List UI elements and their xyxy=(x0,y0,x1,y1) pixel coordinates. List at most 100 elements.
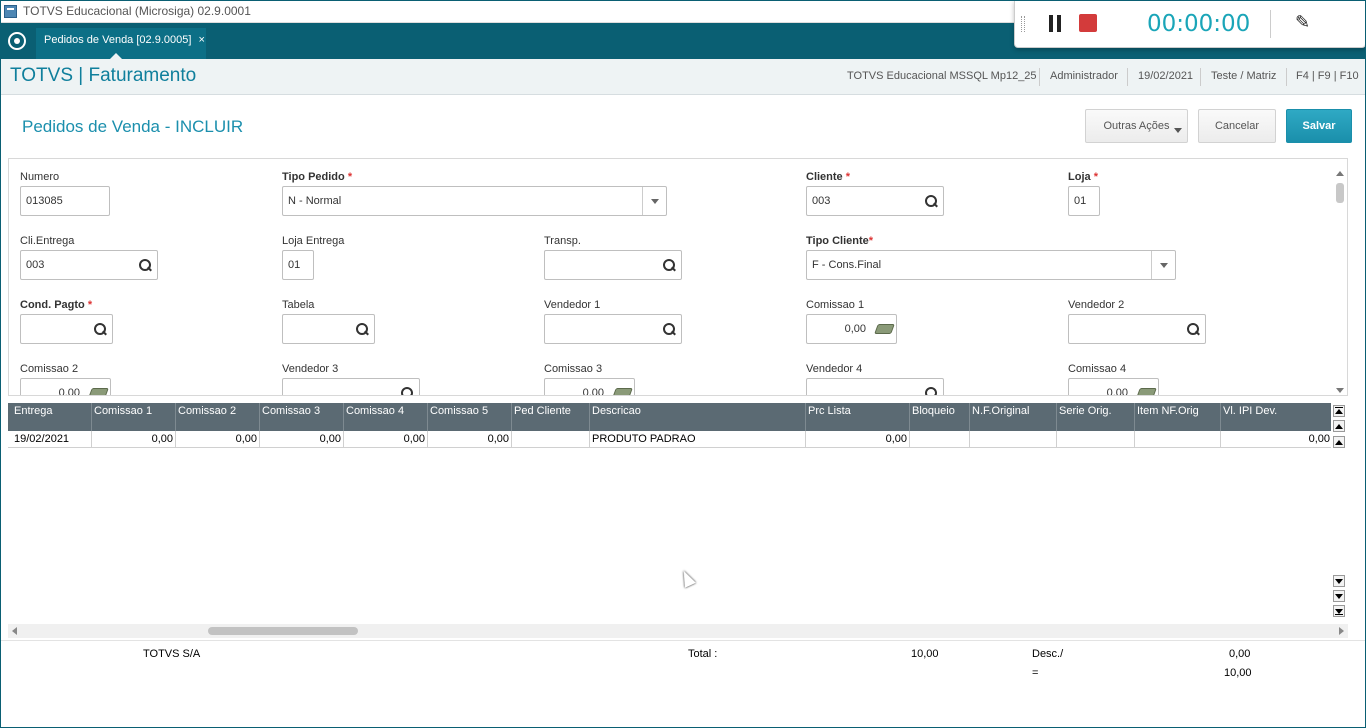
tipo-cliente-value: F - Cons.Final xyxy=(812,259,882,271)
page-header: Pedidos de Venda - INCLUIR Outras Ações … xyxy=(0,96,1366,156)
scroll-down-button[interactable] xyxy=(1333,575,1345,587)
other-actions-button[interactable]: Outras Ações xyxy=(1085,109,1188,143)
money-icon[interactable] xyxy=(86,379,110,395)
scroll-bottom-button[interactable] xyxy=(1333,605,1345,617)
save-button[interactable]: Salvar xyxy=(1286,109,1352,143)
required-mark: * xyxy=(87,299,93,311)
page-title: Pedidos de Venda - INCLUIR xyxy=(22,117,244,136)
chevron-down-icon xyxy=(1174,128,1182,133)
search-icon[interactable] xyxy=(657,251,681,279)
close-icon[interactable]: × xyxy=(198,34,204,46)
table-cell[interactable]: 0,00 xyxy=(260,431,344,448)
column-header[interactable]: N.F.Original xyxy=(970,403,1057,431)
table-cell[interactable] xyxy=(910,431,970,448)
money-icon[interactable] xyxy=(872,315,896,343)
cliente-input[interactable]: 003 xyxy=(806,186,944,216)
scroll-page-up-button[interactable] xyxy=(1333,420,1345,432)
loja-entrega-input[interactable]: 01 xyxy=(282,250,314,280)
column-header[interactable]: Bloqueio xyxy=(910,403,970,431)
scroll-up-icon[interactable] xyxy=(1336,171,1344,176)
scroll-page-down-button[interactable] xyxy=(1333,590,1345,602)
vendedor-3-input[interactable] xyxy=(282,378,420,395)
scroll-up-button[interactable] xyxy=(1333,436,1345,448)
vendedor-2-input[interactable] xyxy=(1068,314,1206,344)
search-icon[interactable] xyxy=(88,315,112,343)
table-cell[interactable]: 0,00 xyxy=(344,431,428,448)
chevron-up-icon xyxy=(1335,423,1343,429)
column-header[interactable]: Comissao 2 xyxy=(176,403,260,431)
drag-handle-icon[interactable] xyxy=(1021,16,1025,32)
table-cell[interactable]: 0,00 xyxy=(806,431,910,448)
column-header[interactable]: Vl. IPI Dev. xyxy=(1221,403,1331,431)
column-header[interactable]: Ped Cliente xyxy=(512,403,590,431)
search-icon[interactable] xyxy=(657,315,681,343)
column-header[interactable]: Serie Orig. xyxy=(1057,403,1135,431)
cancel-button[interactable]: Cancelar xyxy=(1198,109,1276,143)
module-title: TOTVS | Faturamento xyxy=(10,65,197,86)
loja-input[interactable]: 01 xyxy=(1068,186,1100,216)
pause-icon[interactable] xyxy=(1049,15,1061,32)
pen-icon[interactable]: ✎ xyxy=(1295,12,1310,33)
search-icon[interactable] xyxy=(133,251,157,279)
comissao-1-value: 0,00 xyxy=(844,323,866,335)
column-header[interactable]: Comissao 5 xyxy=(428,403,512,431)
order-header-form: Numero 013085 Tipo Pedido * N - Normal C… xyxy=(8,158,1348,396)
table-cell[interactable]: 19/02/2021 xyxy=(12,431,92,448)
column-header[interactable]: Comissao 3 xyxy=(260,403,344,431)
table-cell[interactable]: 0,00 xyxy=(428,431,512,448)
table-cell[interactable] xyxy=(1057,431,1135,448)
chevron-down-icon[interactable] xyxy=(642,187,666,215)
scroll-thumb[interactable] xyxy=(1336,183,1344,203)
comissao-2-input[interactable]: 0,00 xyxy=(20,378,111,395)
tipo-cliente-select[interactable]: F - Cons.Final xyxy=(806,250,1176,280)
table-cell[interactable] xyxy=(970,431,1057,448)
column-header[interactable]: Descricao xyxy=(590,403,806,431)
vendedor-1-input[interactable] xyxy=(544,314,682,344)
cli-entrega-input[interactable]: 003 xyxy=(20,250,158,280)
transp-input[interactable] xyxy=(544,250,682,280)
comissao-3-input[interactable]: 0,00 xyxy=(544,378,635,395)
table-row[interactable]: 19/02/2021 0,00 0,00 0,00 0,00 0,00 PRODUTO PA… xyxy=(8,431,1331,448)
cond-pagto-input[interactable] xyxy=(20,314,113,344)
table-cell[interactable] xyxy=(1135,431,1221,448)
table-cell[interactable]: 0,00 xyxy=(1221,431,1331,448)
loja-label: Loja * xyxy=(1068,171,1100,183)
table-cell[interactable]: PRODUTO PADRAO xyxy=(590,431,806,448)
column-header[interactable]: Comissao 4 xyxy=(344,403,428,431)
search-icon[interactable] xyxy=(919,187,943,215)
search-icon[interactable] xyxy=(1181,315,1205,343)
search-icon[interactable] xyxy=(350,315,374,343)
chevron-down-icon xyxy=(1335,578,1343,584)
chevron-down-icon[interactable] xyxy=(1151,251,1175,279)
column-header[interactable]: Comissao 1 xyxy=(92,403,176,431)
grid-horizontal-scrollbar[interactable] xyxy=(8,624,1348,638)
comissao-1-input[interactable]: 0,00 xyxy=(806,314,897,344)
comissao-3-label: Comissao 3 xyxy=(544,363,603,375)
vendedor-4-input[interactable] xyxy=(806,378,944,395)
money-icon[interactable] xyxy=(1134,379,1158,395)
scroll-down-icon[interactable] xyxy=(1336,388,1344,393)
money-icon[interactable] xyxy=(610,379,634,395)
column-header[interactable]: Prc Lista xyxy=(806,403,910,431)
numero-input[interactable]: 013085 xyxy=(20,186,110,216)
column-header[interactable]: Entrega xyxy=(12,403,92,431)
search-icon[interactable] xyxy=(919,379,943,395)
table-cell[interactable] xyxy=(512,431,590,448)
search-icon[interactable] xyxy=(395,379,419,395)
table-cell[interactable]: 0,00 xyxy=(176,431,260,448)
home-icon[interactable] xyxy=(8,32,26,50)
tabela-input[interactable] xyxy=(282,314,375,344)
loja-value: 01 xyxy=(1074,195,1087,207)
form-scrollbar[interactable] xyxy=(1335,171,1345,393)
scroll-right-icon[interactable] xyxy=(1339,627,1344,635)
table-cell[interactable]: 0,00 xyxy=(92,431,176,448)
tipo-pedido-select[interactable]: N - Normal xyxy=(282,186,667,216)
stop-icon[interactable] xyxy=(1079,14,1097,32)
scroll-left-icon[interactable] xyxy=(12,627,17,635)
tab-pedidos-de-venda[interactable]: Pedidos de Venda [02.9.0005] × xyxy=(36,28,206,59)
comissao-4-input[interactable]: 0,00 xyxy=(1068,378,1159,395)
scroll-top-button[interactable] xyxy=(1333,405,1345,417)
vendedor-1-label: Vendedor 1 xyxy=(544,299,601,311)
scroll-thumb[interactable] xyxy=(208,627,358,635)
column-header[interactable]: Item NF.Orig xyxy=(1135,403,1221,431)
